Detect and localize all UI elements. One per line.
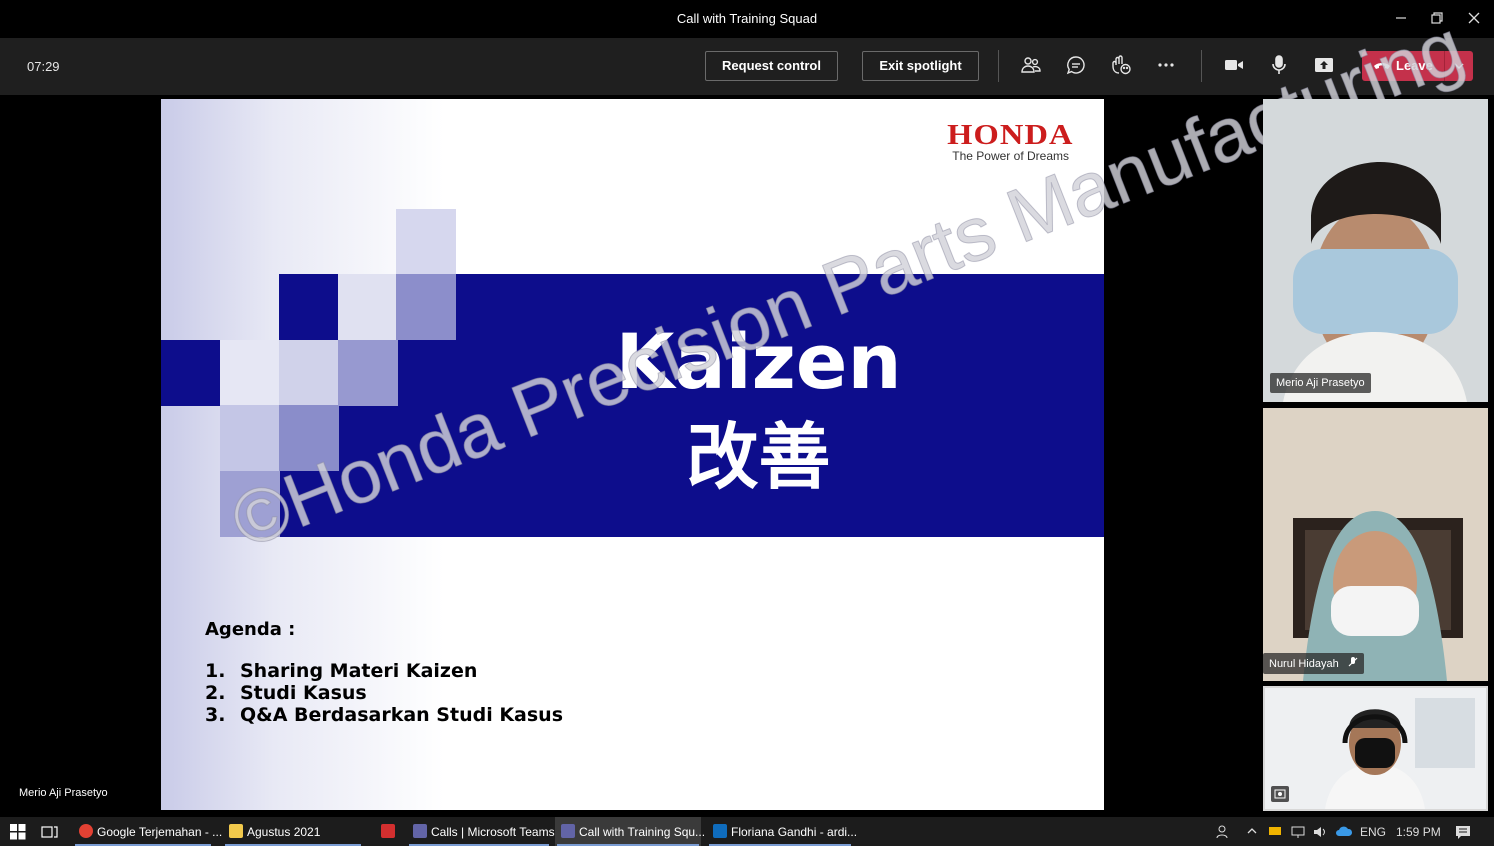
slide-decor-square — [220, 340, 280, 406]
window-title: Call with Training Squad — [676, 11, 818, 26]
taskbar-app-chrome[interactable]: Google Terjemahan - ... — [73, 817, 222, 846]
taskbar-app-outlook[interactable]: Floriana Gandhi - ardi... — [707, 817, 857, 846]
chevron-up-icon[interactable] — [1246, 825, 1258, 840]
toolbar-divider — [998, 50, 999, 82]
title-bar: Call with Training Squad — [0, 0, 1494, 38]
chat-icon[interactable] — [1065, 54, 1089, 78]
toolbar-divider — [1201, 50, 1202, 82]
notifications-icon[interactable] — [1455, 825, 1471, 842]
windows-taskbar: Google Terjemahan - ... Agustus 2021 Cal… — [0, 817, 1494, 846]
agenda-item: 3. Q&A Berdasarkan Studi Kasus — [205, 704, 563, 726]
volume-icon[interactable] — [1312, 825, 1328, 842]
language-indicator[interactable]: ENG — [1360, 825, 1386, 839]
slide-decor-square — [396, 209, 456, 275]
slide-decor-square — [338, 274, 398, 340]
slide-subtitle: 改善 — [686, 415, 831, 499]
agenda-block: Agenda : 1. Sharing Materi Kaizen 2. Studi… — [205, 619, 563, 726]
taskbar-app-folder[interactable]: Agustus 2021 — [223, 817, 363, 846]
slide-decor-square — [161, 340, 221, 406]
participant-video — [1263, 99, 1488, 402]
agenda-item: 1. Sharing Materi Kaizen — [205, 660, 563, 682]
muted-mic-icon — [1348, 657, 1358, 667]
windows-icon — [10, 824, 26, 840]
agenda-number: 1. — [205, 660, 226, 682]
taskbar-app-label: Google Terjemahan - ... — [97, 825, 223, 839]
reactions-icon[interactable] — [1110, 54, 1134, 78]
mail-icon[interactable] — [1268, 825, 1282, 840]
network-icon[interactable] — [1290, 825, 1306, 842]
participant-name-pill: Nurul Hidayah — [1263, 653, 1364, 674]
task-view-button[interactable] — [37, 817, 63, 846]
participant-name: Merio Aji Prasetyo — [1270, 373, 1371, 393]
agenda-text: Sharing Materi Kaizen — [240, 660, 478, 682]
request-control-button[interactable]: Request control — [705, 51, 838, 81]
participant-name: Nurul Hidayah — [1269, 658, 1339, 670]
task-view-icon — [41, 826, 58, 838]
taskbar-app-label: Agustus 2021 — [247, 825, 321, 839]
taskbar-app-label: Call with Training Squ... — [579, 825, 706, 839]
close-button[interactable] — [1464, 8, 1484, 28]
taskbar-app-teams-call[interactable]: Call with Training Squ... — [555, 817, 705, 846]
camera-icon[interactable] — [1223, 54, 1247, 78]
onedrive-icon[interactable] — [1335, 825, 1353, 840]
start-button[interactable] — [6, 817, 28, 846]
spotlight-speaker-name: Merio Aji Prasetyo — [19, 787, 108, 799]
participants-icon[interactable] — [1020, 54, 1044, 78]
exit-spotlight-button[interactable]: Exit spotlight — [862, 51, 979, 81]
outlook-icon — [713, 824, 727, 838]
people-icon[interactable] — [1216, 825, 1232, 842]
teams-icon — [561, 824, 575, 838]
teams-icon — [413, 824, 427, 838]
clock[interactable]: 1:59 PM — [1396, 825, 1441, 839]
participant-video-tile[interactable]: Merio Aji Prasetyo — [1263, 99, 1488, 402]
agenda-text: Studi Kasus — [240, 682, 367, 704]
pdf-icon — [381, 824, 395, 838]
taskbar-app-pdf[interactable] — [375, 817, 403, 846]
agenda-text: Q&A Berdasarkan Studi Kasus — [240, 704, 564, 726]
self-video-tile[interactable] — [1263, 686, 1488, 811]
taskbar-app-teams-calls[interactable]: Calls | Microsoft Teams — [407, 817, 555, 846]
agenda-heading: Agenda : — [205, 619, 296, 640]
folder-icon — [229, 824, 243, 838]
slide-decor-square — [338, 340, 398, 406]
self-view-icon[interactable] — [1271, 786, 1289, 802]
honda-wordmark: HONDA — [947, 119, 1074, 151]
more-options-icon[interactable] — [1155, 54, 1179, 78]
participant-video-tile[interactable]: Nurul Hidayah — [1263, 408, 1488, 681]
participant-video — [1263, 408, 1488, 681]
agenda-number: 3. — [205, 704, 226, 726]
agenda-number: 2. — [205, 682, 226, 704]
taskbar-app-label: Floriana Gandhi - ardi... — [731, 825, 858, 839]
slide-decor-square — [396, 274, 456, 340]
agenda-item: 2. Studi Kasus — [205, 682, 563, 704]
taskbar-app-label: Calls | Microsoft Teams — [431, 825, 555, 839]
slide-decor-square — [220, 405, 280, 471]
call-timer: 07:29 — [27, 59, 60, 74]
self-video — [1265, 688, 1486, 809]
slide-decor-square — [279, 340, 339, 406]
chrome-icon — [79, 824, 93, 838]
